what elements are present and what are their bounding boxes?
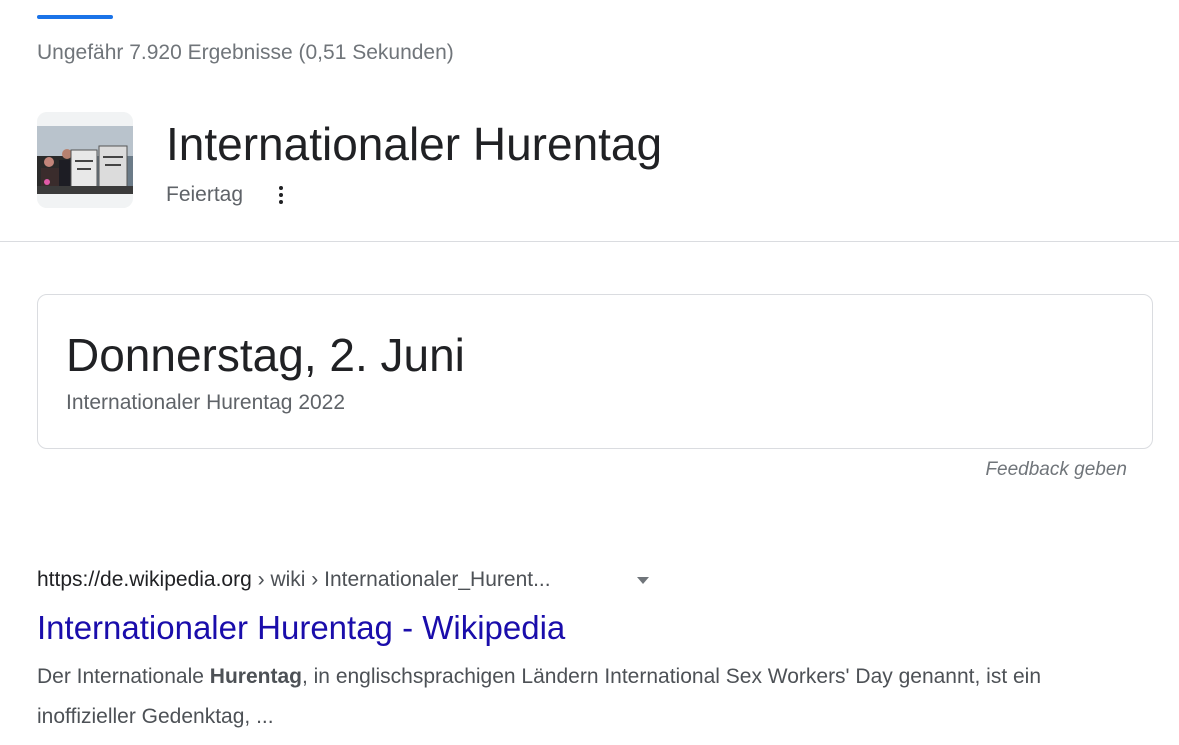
- active-tab-indicator: [37, 15, 113, 19]
- more-options-button[interactable]: [271, 182, 291, 208]
- knowledge-panel-title: Internationaler Hurentag: [166, 118, 663, 170]
- caret-down-icon[interactable]: [637, 577, 649, 584]
- snippet-highlight: Hurentag: [209, 665, 302, 688]
- search-results-page: Ungefähr 7.920 Ergebnisse (0,51 Sekunden…: [0, 0, 1179, 745]
- result-stats: Ungefähr 7.920 Ergebnisse (0,51 Sekunden…: [37, 41, 454, 64]
- result-snippet: Der Internationale Hurentag, in englisch…: [37, 657, 1077, 737]
- feedback-link[interactable]: Feedback geben: [985, 459, 1127, 481]
- knowledge-panel-subtitle: Feiertag: [166, 183, 244, 206]
- holiday-event-name: Internationaler Hurentag 2022: [66, 391, 346, 414]
- section-divider: [0, 241, 1179, 242]
- holiday-date: Donnerstag, 2. Juni: [66, 329, 465, 381]
- protest-photo-icon: [37, 112, 133, 208]
- result-url-breadcrumbs: › wiki › Internationaler_Hurent...: [251, 568, 551, 591]
- holiday-date-card: Donnerstag, 2. Juni Internationaler Hure…: [37, 294, 1153, 449]
- knowledge-panel-thumbnail[interactable]: [37, 112, 133, 208]
- result-title-link[interactable]: Internationaler Hurentag - Wikipedia: [37, 607, 565, 649]
- knowledge-panel-header: Internationaler Hurentag Feiertag: [37, 112, 1137, 210]
- snippet-text-before: Der Internationale: [37, 665, 210, 688]
- vertical-dots-icon: [279, 186, 283, 190]
- result-url-domain: https://de.wikipedia.org: [37, 568, 252, 591]
- result-url[interactable]: https://de.wikipedia.org › wiki › Intern…: [37, 565, 551, 595]
